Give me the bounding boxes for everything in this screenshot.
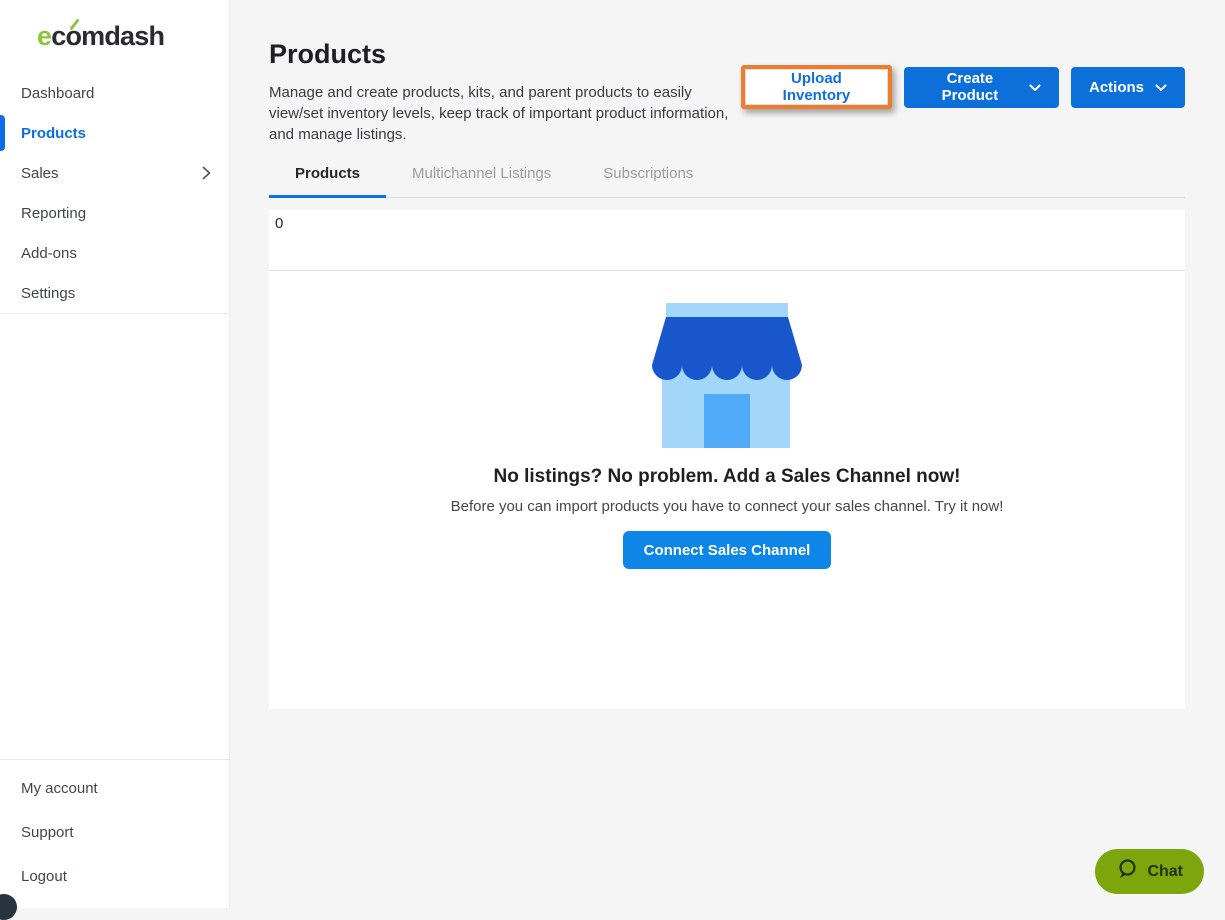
- sidebar-item-products[interactable]: Products: [0, 113, 229, 153]
- sidebar-item-sales[interactable]: Sales: [0, 153, 229, 193]
- empty-state-heading: No listings? No problem. Add a Sales Cha…: [269, 466, 1185, 488]
- sidebar-item-add-ons[interactable]: Add-ons: [0, 233, 229, 273]
- sidebar-item-reporting[interactable]: Reporting: [0, 193, 229, 233]
- results-count: 0: [275, 215, 283, 232]
- logo-gauge-o: o: [65, 21, 81, 52]
- upload-inventory-highlight-box: Upload Inventory: [741, 65, 892, 109]
- create-product-button[interactable]: Create Product: [904, 67, 1059, 108]
- header-actions: Upload Inventory Create Product Actions: [741, 65, 1185, 109]
- tab-products[interactable]: Products: [269, 157, 386, 198]
- sidebar-item-settings[interactable]: Settings: [0, 273, 229, 313]
- tab-multichannel-listings[interactable]: Multichannel Listings: [386, 157, 577, 198]
- sidebar-item-my-account[interactable]: My account: [0, 766, 229, 810]
- results-count-bar: 0: [269, 210, 1185, 271]
- tab-subscriptions[interactable]: Subscriptions: [577, 157, 719, 198]
- sidebar-divider: [0, 313, 229, 314]
- sidebar-footer: My account Support Logout: [0, 759, 229, 908]
- chevron-down-icon: [1155, 79, 1167, 96]
- chevron-down-icon: [1029, 79, 1041, 96]
- sidebar-item-dashboard[interactable]: Dashboard: [0, 73, 229, 113]
- page-header-text: Products Manage and create products, kit…: [269, 36, 741, 145]
- products-panel: 0 No listings? No problem. Add a Sales C…: [269, 210, 1185, 709]
- main-content: Products Manage and create products, kit…: [230, 0, 1225, 908]
- logo-letter-c: c: [51, 21, 65, 51]
- chat-button[interactable]: Chat: [1095, 849, 1204, 894]
- empty-state-subtext: Before you can import products you have …: [269, 498, 1185, 515]
- ecomdash-logo: ecomdash: [0, 0, 229, 52]
- tab-bar: Products Multichannel Listings Subscript…: [269, 157, 1185, 198]
- chat-bubble-icon: [1116, 858, 1138, 885]
- store-icon: [652, 303, 802, 448]
- sidebar-nav: Dashboard Products Sales Reporting Add-o…: [0, 73, 229, 314]
- sidebar-item-logout[interactable]: Logout: [0, 854, 229, 898]
- connect-sales-channel-button[interactable]: Connect Sales Channel: [623, 531, 832, 569]
- page-description: Manage and create products, kits, and pa…: [269, 82, 741, 145]
- page-header: Products Manage and create products, kit…: [269, 36, 1185, 145]
- actions-button[interactable]: Actions: [1071, 67, 1185, 108]
- chevron-right-icon: [202, 166, 211, 180]
- page-title: Products: [269, 39, 741, 70]
- sidebar: ecomdash Dashboard Products Sales Report…: [0, 0, 230, 908]
- upload-inventory-button[interactable]: Upload Inventory: [745, 69, 888, 105]
- logo-letter-e: e: [37, 21, 51, 51]
- logo-rest: mdash: [81, 21, 164, 51]
- empty-state: No listings? No problem. Add a Sales Cha…: [269, 271, 1185, 569]
- sidebar-item-support[interactable]: Support: [0, 810, 229, 854]
